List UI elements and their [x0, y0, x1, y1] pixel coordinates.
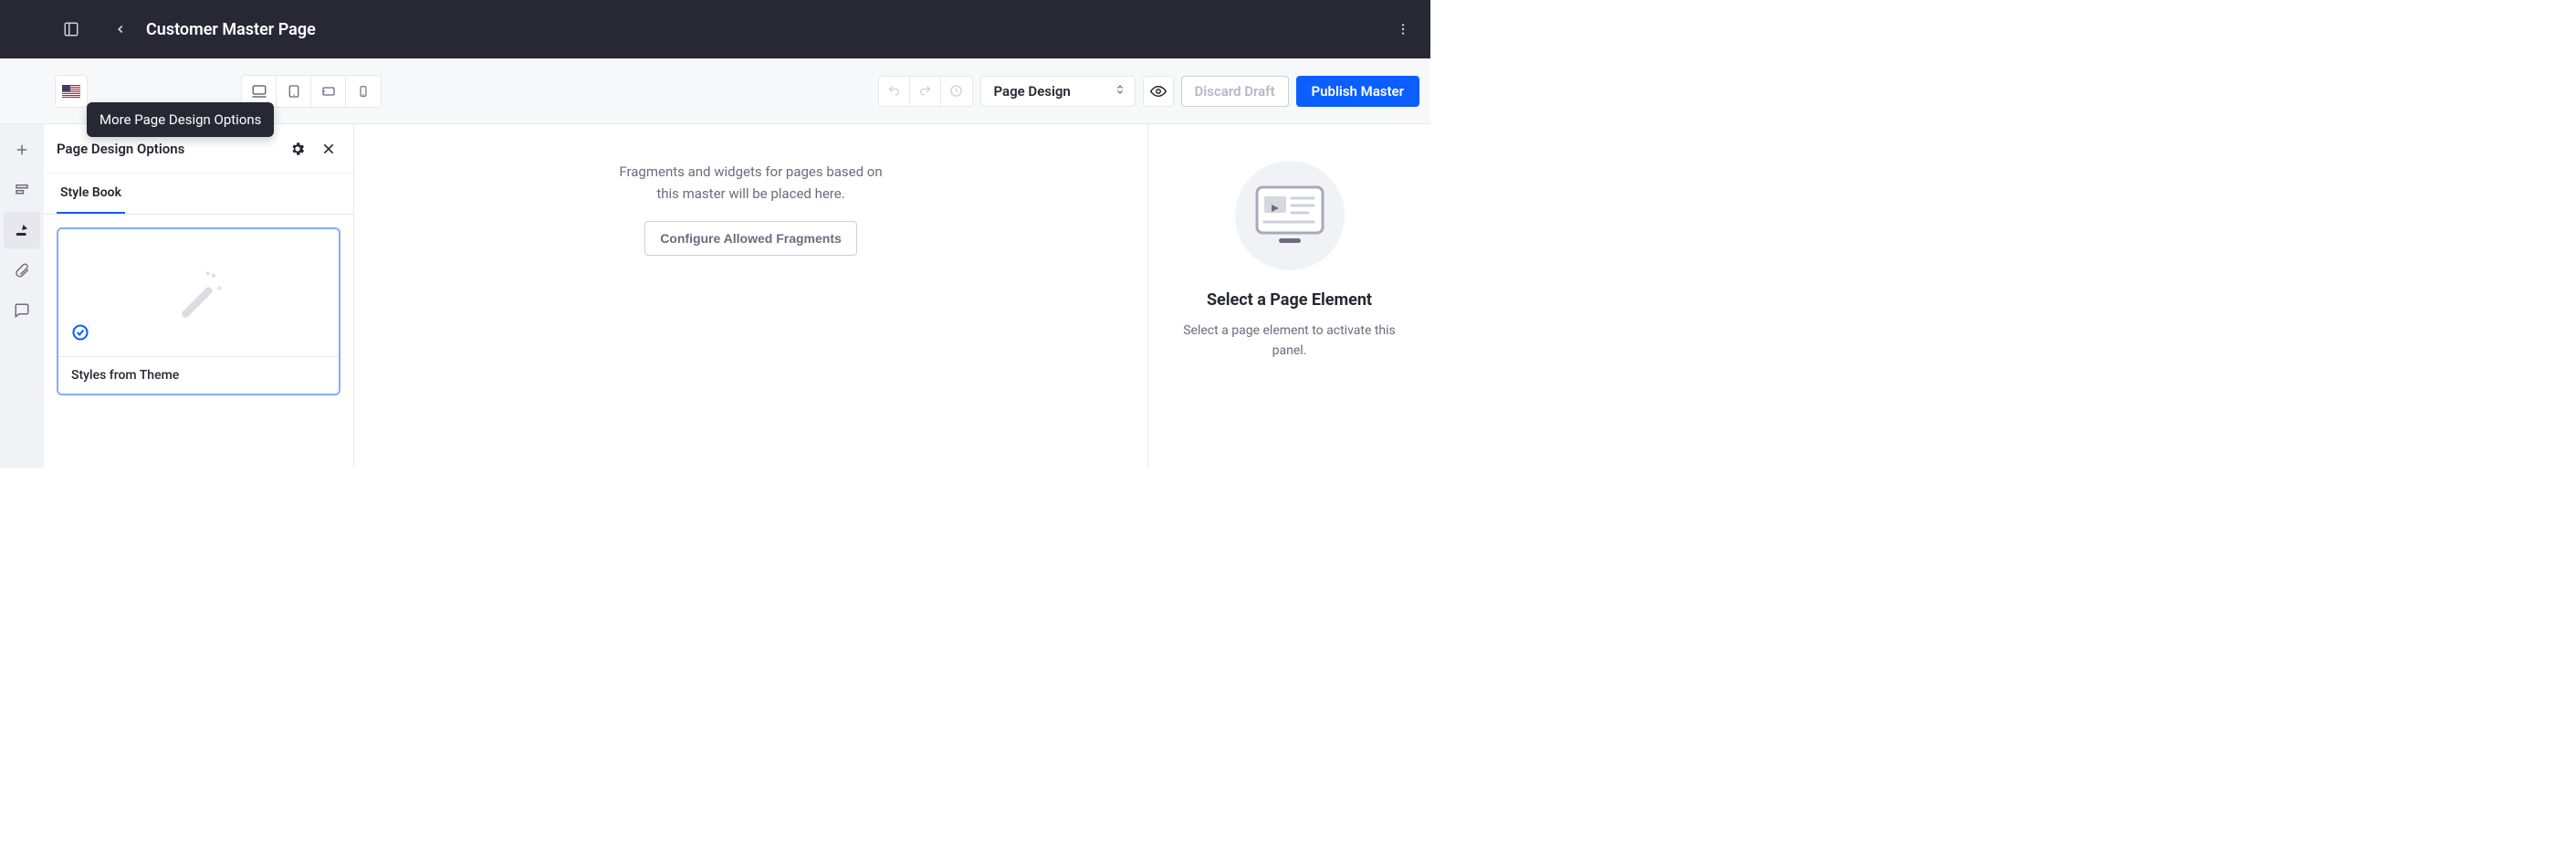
page-element-icon — [1251, 184, 1328, 247]
gear-icon — [289, 141, 306, 157]
canvas: Fragments and widgets for pages based on… — [354, 124, 1147, 468]
rail-page-design-button[interactable] — [4, 212, 40, 248]
device-tablet-button[interactable] — [277, 76, 311, 107]
magic-wand-icon — [162, 257, 236, 330]
inspector-desc: Select a page element to activate this p… — [1174, 321, 1405, 362]
back-button[interactable] — [104, 13, 137, 46]
undo-button[interactable] — [879, 77, 910, 106]
rail-comments-button[interactable] — [4, 292, 40, 329]
rail-attachments-button[interactable] — [4, 252, 40, 289]
rail-structure-button[interactable] — [4, 172, 40, 208]
sidebar-toggle-button[interactable] — [55, 13, 88, 46]
page-design-select-label: Page Design — [994, 83, 1071, 100]
inspector-panel: Select a Page Element Select a page elem… — [1147, 124, 1430, 468]
device-mobile-button[interactable] — [346, 76, 381, 107]
tab-style-book[interactable]: Style Book — [57, 174, 125, 214]
left-rail — [0, 124, 44, 468]
publish-master-button[interactable]: Publish Master — [1296, 76, 1419, 107]
preview-button[interactable] — [1143, 76, 1174, 107]
panel-tabs: Style Book — [44, 174, 353, 215]
inspector-title: Select a Page Element — [1207, 290, 1372, 310]
discard-draft-button[interactable]: Discard Draft — [1181, 76, 1289, 107]
flag-us-icon — [62, 85, 80, 98]
canvas-placeholder: Fragments and widgets for pages based on… — [619, 161, 882, 256]
panel-close-button[interactable] — [317, 137, 340, 161]
stylebook-label: Styles from Theme — [58, 357, 339, 394]
more-menu-button[interactable] — [1387, 13, 1419, 46]
configure-allowed-fragments-button[interactable]: Configure Allowed Fragments — [644, 221, 857, 256]
panel-settings-button[interactable] — [286, 137, 309, 161]
panel-title: Page Design Options — [57, 141, 184, 157]
stylebook-card[interactable]: Styles from Theme — [57, 227, 340, 395]
stylebook-preview — [58, 229, 339, 357]
page-design-select[interactable]: Page Design — [980, 76, 1136, 107]
history-group — [878, 76, 973, 107]
redo-button[interactable] — [910, 77, 941, 106]
placeholder-text-1: Fragments and widgets for pages based on — [619, 161, 882, 183]
history-button[interactable] — [941, 77, 972, 106]
top-header: Customer Master Page — [0, 0, 1430, 58]
tooltip-more-options: More Page Design Options — [87, 102, 274, 137]
caret-sort-icon — [1115, 83, 1126, 100]
locale-button[interactable] — [55, 75, 88, 108]
selected-check-icon — [71, 323, 89, 345]
placeholder-text-2: this master will be placed here. — [619, 183, 882, 205]
close-icon — [321, 142, 336, 156]
light-toolbar: More Page Design Options — [0, 58, 1430, 124]
inspector-illustration — [1235, 161, 1345, 270]
page-design-options-panel: Page Design Options Style Book — [44, 124, 354, 468]
main-layout: Page Design Options Style Book — [0, 124, 1430, 468]
rail-add-button[interactable] — [4, 132, 40, 168]
device-landscape-button[interactable] — [311, 76, 346, 107]
page-title: Customer Master Page — [146, 20, 316, 39]
panel-body: Styles from Theme — [44, 215, 353, 408]
